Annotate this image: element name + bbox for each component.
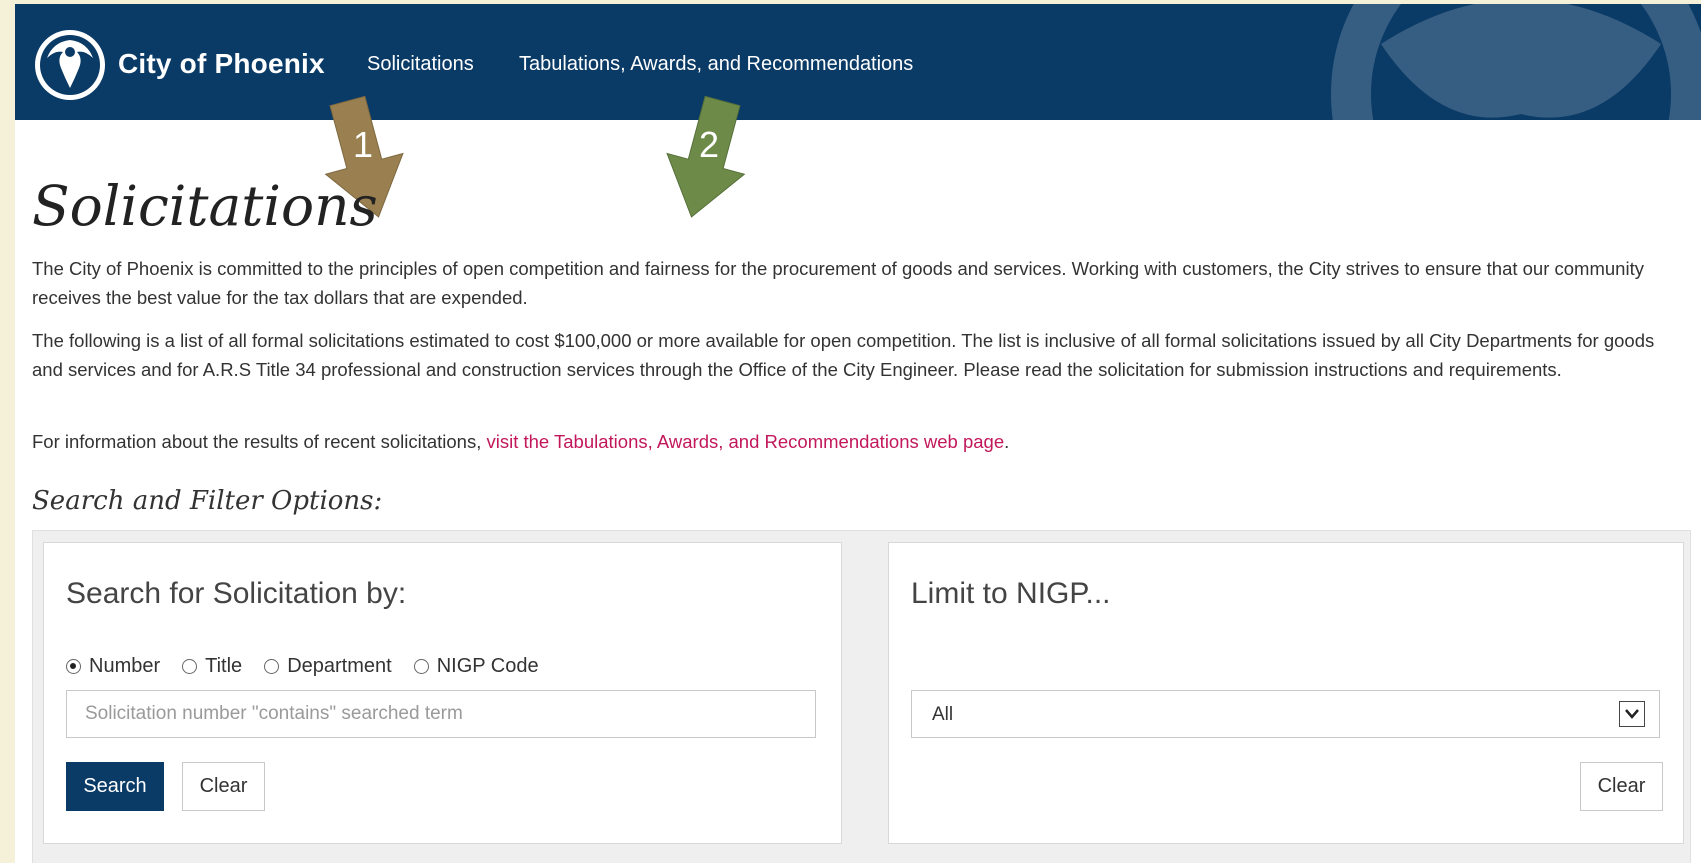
results-info-paragraph: For information about the results of rec…: [32, 427, 1687, 456]
radio-title-label: Title: [205, 655, 243, 677]
solicitation-search-input[interactable]: [66, 690, 816, 738]
filter-section-title: Search and Filter Options:: [32, 486, 383, 516]
intro-paragraph: The City of Phoenix is committed to the …: [32, 258, 1644, 308]
results-info-prefix: For information about the results of rec…: [32, 431, 487, 452]
radio-title[interactable]: Title: [182, 655, 242, 678]
nav-link-solicitations[interactable]: Solicitations: [367, 53, 474, 76]
list-description-paragraph: The following is a list of all formal so…: [32, 330, 1655, 380]
filter-area: Search for Solicitation by: Number Title…: [32, 530, 1691, 863]
annotation-label-1: 1: [353, 124, 373, 165]
search-panel: Search for Solicitation by: Number Title…: [43, 542, 842, 844]
radio-nigp-code-circle[interactable]: [413, 659, 429, 674]
nav-link-tabulations[interactable]: Tabulations, Awards, and Recommendations: [519, 53, 913, 76]
search-button[interactable]: Search: [66, 762, 164, 811]
page-title: Solicitations: [32, 174, 378, 238]
nigp-select-value: All: [932, 704, 954, 725]
radio-department[interactable]: Department: [264, 655, 392, 678]
page-frame: City of Phoenix Solicitations Tabulation…: [15, 4, 1701, 863]
top-navbar: City of Phoenix Solicitations Tabulation…: [15, 4, 1701, 120]
radio-department-label: Department: [287, 655, 392, 677]
search-by-radio-group: Number Title Department NIGP Code: [66, 655, 539, 678]
radio-number[interactable]: Number: [66, 655, 160, 678]
nigp-panel-heading: Limit to NIGP...: [911, 577, 1111, 610]
nigp-clear-button[interactable]: Clear: [1580, 762, 1663, 811]
phoenix-logo[interactable]: [33, 28, 107, 102]
annotation-arrow-2: 2: [657, 94, 757, 224]
radio-number-label: Number: [89, 655, 161, 677]
search-clear-button[interactable]: Clear: [182, 762, 265, 811]
nigp-panel: Limit to NIGP... All Clear: [888, 542, 1684, 844]
nigp-select[interactable]: All: [911, 690, 1660, 738]
chevron-down-icon[interactable]: [1619, 701, 1645, 727]
radio-nigp-code[interactable]: NIGP Code: [413, 655, 539, 678]
brand-name[interactable]: City of Phoenix: [118, 48, 325, 80]
radio-number-circle[interactable]: [66, 659, 81, 674]
radio-nigp-code-label: NIGP Code: [436, 655, 539, 677]
radio-department-circle[interactable]: [264, 659, 280, 674]
search-panel-heading: Search for Solicitation by:: [66, 577, 407, 610]
results-info-suffix: .: [1004, 431, 1010, 452]
phoenix-watermark: [1331, 4, 1701, 120]
tabulations-link[interactable]: visit the Tabulations, Awards, and Recom…: [487, 431, 1005, 452]
radio-title-circle[interactable]: [182, 659, 198, 674]
annotation-label-2: 2: [699, 124, 719, 165]
